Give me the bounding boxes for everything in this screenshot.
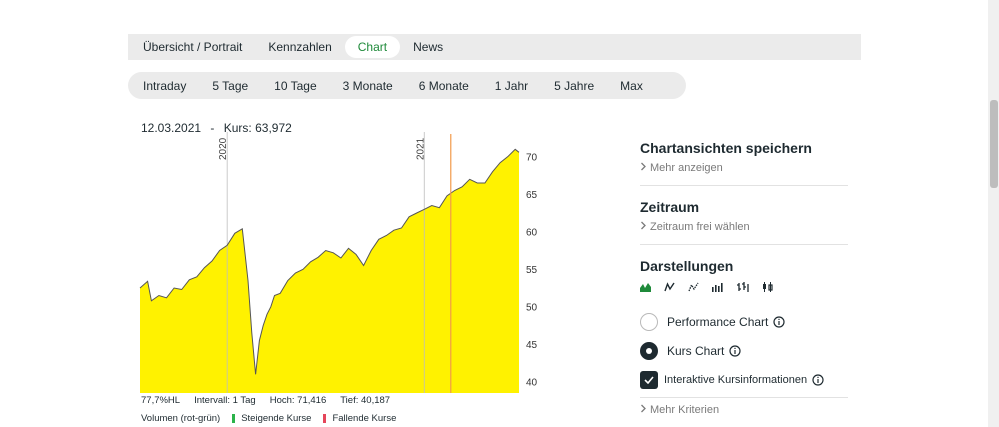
y-tick-label: 50: [526, 302, 538, 313]
price-area: [140, 149, 519, 393]
more-criteria-link[interactable]: Mehr Kriterien: [640, 404, 848, 416]
info-icon[interactable]: [773, 315, 785, 328]
y-tick-label: 45: [526, 340, 538, 351]
range-5-days[interactable]: 5 Tage: [199, 75, 261, 97]
legend-falling: Fallende Kurse: [332, 413, 397, 424]
stat-hl: 77,7%HL: [141, 395, 181, 406]
tab-news[interactable]: News: [400, 36, 456, 58]
stat-low: Tief: 40,187: [340, 395, 391, 406]
price-chart[interactable]: 2020 2021 40 45 50 55 60 65 70: [128, 132, 568, 394]
display-title: Darstellungen: [640, 258, 734, 274]
range-10-days[interactable]: 10 Tage: [261, 75, 330, 97]
scrollbar-thumb[interactable]: [990, 100, 998, 188]
page-scrollbar[interactable]: [988, 0, 999, 427]
y-tick-label: 70: [526, 152, 538, 163]
show-more-label: Mehr anzeigen: [650, 162, 723, 174]
y-tick-label: 60: [526, 227, 538, 238]
y-tick-label: 55: [526, 265, 538, 276]
interactive-info-checkbox[interactable]: [640, 370, 658, 389]
period-free-link[interactable]: Zeitraum frei wählen: [640, 221, 848, 233]
tab-chart[interactable]: Chart: [344, 36, 401, 58]
chart-stats: 77,7%HL Intervall: 1 Tag Hoch: 71,416 Ti…: [141, 395, 390, 406]
dotted-line-chart-icon[interactable]: [688, 282, 699, 292]
chevron-right-icon: [640, 404, 647, 416]
legend-rising: Steigende Kurse: [241, 413, 312, 424]
stat-interval: Intervall: 1 Tag: [194, 395, 256, 406]
y-tick-label: 40: [526, 377, 538, 388]
line-chart-icon[interactable]: [664, 282, 675, 292]
performance-chart-label: Performance Chart: [667, 314, 769, 329]
divider: [640, 185, 848, 186]
chart-settings-panel: Chartansichten speichern Mehr anzeigen Z…: [640, 140, 848, 416]
chevron-right-icon: [640, 221, 647, 233]
range-6-months[interactable]: 6 Monate: [406, 75, 482, 97]
main-tabs: Übersicht / Portrait Kennzahlen Chart Ne…: [128, 34, 861, 60]
range-5-years[interactable]: 5 Jahre: [541, 75, 607, 97]
range-intraday[interactable]: Intraday: [130, 75, 199, 97]
stat-high: Hoch: 71,416: [269, 395, 327, 406]
interactive-info-label: Interaktive Kursinformationen: [664, 373, 808, 386]
tab-kennzahlen[interactable]: Kennzahlen: [255, 36, 344, 58]
ohlc-chart-icon[interactable]: [737, 282, 749, 292]
chart-type-icons: [640, 280, 848, 294]
y-tick-label: 65: [526, 190, 538, 201]
performance-chart-radio[interactable]: [640, 312, 658, 331]
kurs-chart-label: Kurs Chart: [667, 343, 725, 358]
range-3-months[interactable]: 3 Monate: [330, 75, 406, 97]
chart-legend: Volumen (rot-grün) Steigende Kurse Falle…: [141, 413, 396, 424]
tab-overview[interactable]: Übersicht / Portrait: [130, 36, 255, 58]
year-label: 2020: [218, 137, 229, 160]
period-free-label: Zeitraum frei wählen: [650, 221, 750, 233]
info-icon[interactable]: [729, 344, 741, 357]
performance-chart-option[interactable]: Performance Chart: [640, 312, 848, 331]
legend-rising-swatch: [232, 414, 236, 423]
divider: [640, 244, 848, 245]
range-max[interactable]: Max: [607, 75, 656, 97]
kurs-chart-option[interactable]: Kurs Chart: [640, 341, 848, 360]
more-criteria-label: Mehr Kriterien: [650, 404, 720, 416]
period-title: Zeitraum: [640, 199, 700, 215]
info-icon[interactable]: [812, 373, 824, 386]
show-more-link[interactable]: Mehr anzeigen: [640, 162, 848, 174]
range-selector: Intraday 5 Tage 10 Tage 3 Monate 6 Monat…: [128, 72, 686, 99]
save-views-title: Chartansichten speichern: [640, 140, 812, 156]
range-1-year[interactable]: 1 Jahr: [482, 75, 541, 97]
candlestick-chart-icon[interactable]: [762, 282, 774, 292]
bar-chart-icon[interactable]: [712, 282, 724, 292]
legend-volume: Volumen (rot-grün): [141, 413, 221, 424]
interactive-info-option[interactable]: Interaktive Kursinformationen: [640, 370, 848, 389]
divider: [640, 397, 848, 398]
mountain-chart-icon[interactable]: [640, 282, 651, 292]
year-label: 2021: [415, 137, 426, 160]
legend-falling-swatch: [323, 414, 327, 423]
chevron-right-icon: [640, 162, 647, 174]
kurs-chart-radio[interactable]: [640, 341, 658, 360]
